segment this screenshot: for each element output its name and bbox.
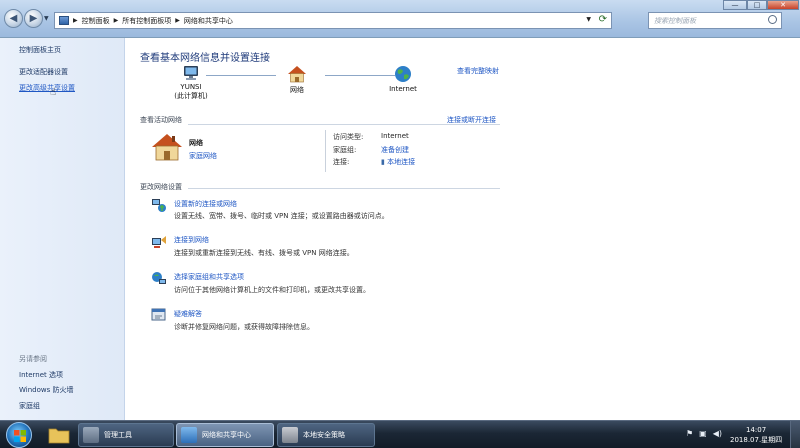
network-type-link[interactable]: 家庭网络 <box>189 151 217 161</box>
breadcrumb-separator-icon[interactable]: ▶ <box>114 17 119 24</box>
volume-icon[interactable]: ◀) <box>713 429 722 438</box>
back-button[interactable]: ◀ <box>4 9 23 28</box>
taskbar-item-label: 管理工具 <box>104 431 132 439</box>
access-type-value: Internet <box>381 132 409 140</box>
admin-tools-icon <box>83 427 99 443</box>
sidebar: 控制面板主页 更改适配器设置 更改高级共享设置 ☝ 另请参阅 Internet … <box>0 38 125 420</box>
local-connection-link[interactable]: ▮ 本地连接 <box>381 157 415 167</box>
task-description: 访问位于其他网络计算机上的文件和打印机，或更改共享设置。 <box>174 286 370 294</box>
recent-pages-dropdown-icon[interactable]: ▼ <box>44 15 49 22</box>
breadcrumb-item[interactable]: 网络和共享中心 <box>184 16 233 26</box>
taskbar-explorer-button[interactable] <box>44 423 74 447</box>
mouse-cursor-icon: ☝ <box>50 87 57 98</box>
troubleshoot-icon <box>151 308 166 321</box>
new-connection-icon <box>152 199 166 212</box>
see-full-map-link[interactable]: 查看完整映射 <box>457 66 499 76</box>
security-policy-icon <box>282 427 298 443</box>
see-also-heading: 另请参阅 <box>19 355 47 363</box>
maximize-button[interactable]: □ <box>747 0 767 10</box>
clock-date: 2018.07.星期四 <box>730 436 783 444</box>
task-description: 诊断并修复网络问题，或获得故障排除信息。 <box>174 323 314 331</box>
globe-icon <box>395 66 411 82</box>
connect-network-icon <box>152 236 166 248</box>
close-button[interactable]: ✕ <box>767 0 799 10</box>
breadcrumb-item[interactable]: 所有控制面板项 <box>122 16 171 26</box>
taskbar-item-admin-tools[interactable]: 管理工具 <box>78 423 174 447</box>
access-type-label: 访问类型: <box>333 133 364 141</box>
minimize-button[interactable]: — <box>723 0 747 10</box>
search-icon[interactable] <box>768 15 777 24</box>
taskbar-item-label: 本地安全策略 <box>303 431 345 439</box>
task-new-connection-link[interactable]: 设置新的连接或网络 <box>174 199 237 209</box>
map-connection-line <box>206 75 276 76</box>
breadcrumb[interactable]: ▶ 控制面板 ▶ 所有控制面板项 ▶ 网络和共享中心 ▼ ⟳ <box>54 12 612 29</box>
search-input[interactable]: 搜索控制面板 <box>648 12 782 29</box>
breadcrumb-item[interactable]: 控制面板 <box>82 16 110 26</box>
sidebar-item-internet-options[interactable]: Internet 选项 <box>19 370 63 380</box>
taskbar-item-security-policy[interactable]: 本地安全策略 <box>277 423 375 447</box>
task-homegroup-link[interactable]: 选择家庭组和共享选项 <box>174 272 244 282</box>
taskbar-clock[interactable]: 14:07 2018.07.星期四 <box>730 425 782 445</box>
control-panel-icon <box>59 16 69 25</box>
page-title: 查看基本网络信息并设置连接 <box>140 53 270 64</box>
sidebar-item-advanced-sharing[interactable]: 更改高级共享设置 <box>19 83 75 93</box>
taskbar: 管理工具 网络和共享中心 本地安全策略 ⚑ ▣ ◀) 14:07 2018.07… <box>0 420 800 448</box>
divider <box>188 188 500 189</box>
homegroup-status-link[interactable]: 准备创建 <box>381 145 409 155</box>
home-network-icon <box>152 134 182 161</box>
sidebar-item-homegroup[interactable]: 家庭组 <box>19 401 40 411</box>
ethernet-icon: ▮ <box>381 158 385 166</box>
task-description: 连接到或重新连接到无线、有线、拨号或 VPN 网络连接。 <box>174 249 354 257</box>
windows-logo-icon <box>14 430 26 442</box>
divider <box>188 124 500 125</box>
network-name: 网络 <box>189 139 203 147</box>
map-node-internet[interactable]: Internet <box>373 65 433 93</box>
home-network-icon <box>288 66 306 83</box>
divider <box>325 130 326 172</box>
homegroup-label: 家庭组: <box>333 146 357 154</box>
address-bar: ◀ ▶ ▼ ▶ 控制面板 ▶ 所有控制面板项 ▶ 网络和共享中心 ▼ ⟳ 搜索控… <box>0 0 800 38</box>
active-networks-heading: 查看活动网络 <box>140 116 182 124</box>
flag-icon[interactable]: ⚑ <box>686 429 693 438</box>
search-placeholder: 搜索控制面板 <box>654 17 696 25</box>
network-tray-icon[interactable]: ▣ <box>699 429 707 438</box>
sidebar-item-adapter-settings[interactable]: 更改适配器设置 <box>19 67 68 77</box>
map-node-network[interactable]: 网络 <box>267 65 327 95</box>
connections-label: 连接: <box>333 158 350 166</box>
start-button[interactable] <box>6 422 32 448</box>
taskbar-item-label: 网络和共享中心 <box>202 431 251 439</box>
local-connection-label: 本地连接 <box>387 158 416 166</box>
map-node-computer[interactable]: YUNSI (此计算机) <box>161 65 221 101</box>
computer-icon <box>184 66 198 80</box>
sidebar-item-firewall[interactable]: Windows 防火墙 <box>19 385 73 395</box>
system-tray: ⚑ ▣ ◀) <box>686 429 722 438</box>
task-description: 设置无线、宽带、拨号、临时或 VPN 连接；或设置路由器或访问点。 <box>174 212 389 220</box>
clock-time: 14:07 <box>745 426 767 434</box>
taskbar-item-network-center[interactable]: 网络和共享中心 <box>176 423 274 447</box>
map-node-label: 网络 <box>290 86 304 94</box>
main-panel: 查看基本网络信息并设置连接 查看完整映射 YUNSI (此计算机) 网络 Int… <box>126 38 800 420</box>
address-dropdown-icon[interactable]: ▼ <box>586 16 591 23</box>
change-settings-heading: 更改网络设置 <box>140 183 182 191</box>
map-node-sublabel: (此计算机) <box>174 92 208 100</box>
folder-icon <box>48 428 70 444</box>
network-center-icon <box>181 427 197 443</box>
map-node-label: Internet <box>389 85 417 93</box>
show-desktop-button[interactable] <box>790 421 800 448</box>
refresh-icon[interactable]: ⟳ <box>599 14 607 25</box>
breadcrumb-separator-icon[interactable]: ▶ <box>73 17 78 24</box>
task-connect-network-link[interactable]: 连接到网络 <box>174 235 209 245</box>
homegroup-icon <box>152 272 166 284</box>
task-troubleshoot-link[interactable]: 疑难解答 <box>174 309 202 319</box>
map-node-label: YUNSI <box>180 83 202 91</box>
breadcrumb-separator-icon[interactable]: ▶ <box>175 17 180 24</box>
sidebar-item-home[interactable]: 控制面板主页 <box>19 45 61 55</box>
forward-button[interactable]: ▶ <box>24 9 43 28</box>
